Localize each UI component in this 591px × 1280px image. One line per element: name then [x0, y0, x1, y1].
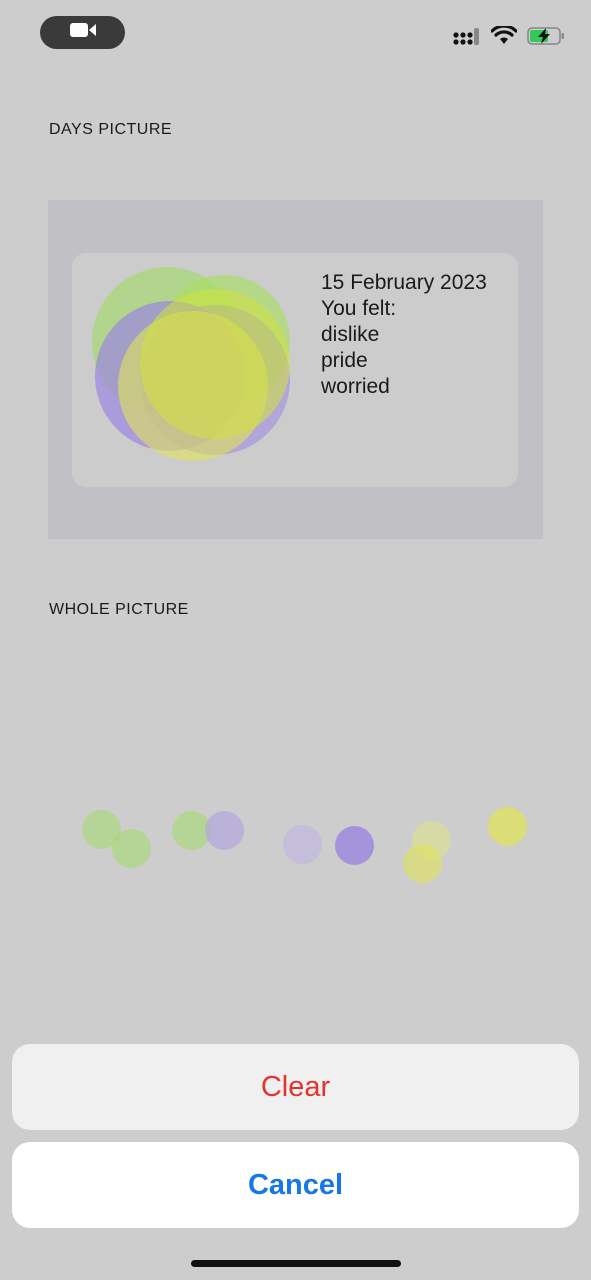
video-camera-icon: [69, 21, 97, 44]
wifi-icon: [490, 24, 518, 51]
days-picture-frame: 15 February 2023 You felt: dislike pride…: [48, 200, 543, 539]
status-icons: [453, 24, 565, 51]
emotion-dot-purple[interactable]: [335, 826, 374, 865]
emotion-item: worried: [321, 375, 390, 398]
day-summary: 15 February 2023 You felt: dislike pride…: [321, 270, 487, 400]
emotion-dot-yellow[interactable]: [403, 844, 442, 883]
felt-label: You felt:: [321, 297, 397, 320]
cellular-signal-icon: [453, 26, 481, 51]
emotion-dot-green[interactable]: [112, 829, 151, 868]
clear-button[interactable]: Clear: [12, 1044, 579, 1130]
emotion-item: dislike: [321, 323, 380, 346]
days-picture-title: DAYS PICTURE: [49, 121, 173, 138]
emotion-blob-yellow: [140, 289, 290, 439]
battery-charging-icon: [527, 26, 565, 51]
home-indicator[interactable]: [191, 1260, 401, 1267]
day-date: 15 February 2023: [321, 271, 487, 294]
whole-picture-title: WHOLE PICTURE: [49, 601, 189, 618]
whole-picture-area: [0, 630, 591, 1010]
facetime-indicator[interactable]: [40, 16, 125, 49]
day-emotion-blobs: [90, 265, 300, 465]
day-card[interactable]: 15 February 2023 You felt: dislike pride…: [72, 253, 518, 487]
emotion-dot-purple[interactable]: [283, 825, 322, 864]
cancel-button[interactable]: Cancel: [12, 1142, 579, 1228]
emotion-dot-yellow[interactable]: [488, 807, 527, 846]
emotion-dot-purple[interactable]: [205, 811, 244, 850]
emotion-item: pride: [321, 349, 368, 372]
